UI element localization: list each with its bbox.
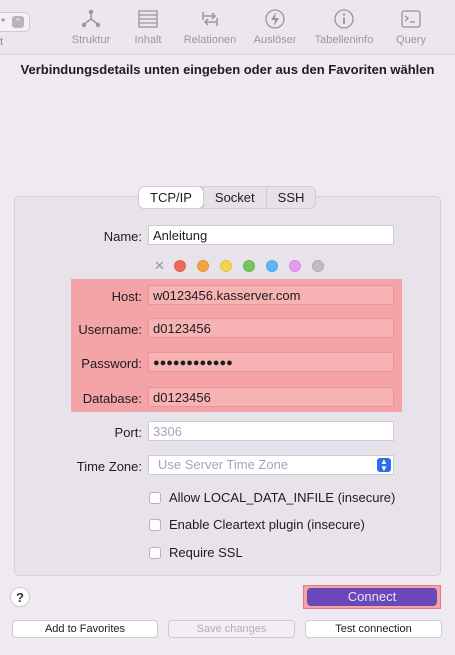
toolbar-structure[interactable]: Struktur xyxy=(70,8,112,46)
toolbar-table-info[interactable]: Tabelleninfo xyxy=(312,8,376,46)
toolbar-relations-label: Relationen xyxy=(183,34,237,46)
toolbar-structure-label: Struktur xyxy=(71,34,111,46)
toolbar-query[interactable]: Query xyxy=(394,8,428,46)
color-picker: ✕ xyxy=(154,258,335,274)
toolbar-content-label: Inhalt xyxy=(134,34,162,46)
table-info-icon xyxy=(334,9,354,29)
save-changes-button[interactable]: Save changes xyxy=(168,620,295,638)
toolbar-triggers[interactable]: Auslöser xyxy=(252,8,298,46)
connect-highlight: Connect xyxy=(303,585,441,609)
color-orange[interactable] xyxy=(196,260,209,272)
connection-selector[interactable]: • ⌃ xyxy=(0,12,30,32)
chevron-updown-icon: ▲ ▼ xyxy=(377,458,391,473)
username-field[interactable]: d0123456 xyxy=(148,318,394,338)
toolbar-query-label: Query xyxy=(396,34,426,46)
cleartext-plugin-checkbox[interactable]: Enable Cleartext plugin (insecure) xyxy=(149,517,365,532)
password-label: Password: xyxy=(81,356,142,371)
checkbox-label: Require SSL xyxy=(169,545,243,560)
database-field[interactable]: d0123456 xyxy=(148,387,394,407)
checkbox-box[interactable] xyxy=(149,518,161,531)
require-ssl-checkbox[interactable]: Require SSL xyxy=(149,545,243,560)
page-title: Verbindungsdetails unten eingeben oder a… xyxy=(20,62,435,77)
color-red[interactable] xyxy=(173,260,186,272)
timezone-value: Use Server Time Zone xyxy=(158,457,289,472)
toolbar-triggers-label: Auslöser xyxy=(253,34,297,46)
color-purple[interactable] xyxy=(288,260,301,272)
color-gray[interactable] xyxy=(311,260,324,272)
host-label: Host: xyxy=(111,289,142,304)
checkbox-label: Enable Cleartext plugin (insecure) xyxy=(169,517,365,532)
color-blue[interactable] xyxy=(265,260,278,272)
color-green[interactable] xyxy=(242,260,255,272)
tab-socket[interactable]: Socket xyxy=(202,187,266,208)
password-field[interactable]: ●●●●●●●●●●●● xyxy=(148,352,394,372)
connect-button[interactable]: Connect xyxy=(307,588,437,606)
selector-dot: • xyxy=(1,13,6,27)
port-label: Port: xyxy=(114,425,142,440)
name-label: Name: xyxy=(103,229,142,244)
query-icon xyxy=(401,10,421,28)
relations-icon xyxy=(202,12,218,26)
toolbar-content[interactable]: Inhalt xyxy=(133,8,163,46)
chevron-updown-icon: ⌃ xyxy=(12,16,24,28)
timezone-select[interactable]: Use Server Time Zone ▲ ▼ xyxy=(148,455,394,475)
timezone-label: Time Zone: xyxy=(76,459,142,474)
color-yellow[interactable] xyxy=(219,260,232,272)
host-field[interactable]: w0123456.kasserver.com xyxy=(148,285,394,305)
toolbar-left-fragment: t xyxy=(0,36,4,48)
tab-tcpip[interactable]: TCP/IP xyxy=(139,187,203,208)
tab-ssh[interactable]: SSH xyxy=(265,187,316,208)
test-connection-button[interactable]: Test connection xyxy=(305,620,442,638)
username-label: Username: xyxy=(78,322,142,337)
database-label: Database: xyxy=(82,391,142,406)
toolbar-relations[interactable]: Relationen xyxy=(182,8,238,46)
help-button[interactable]: ? xyxy=(10,587,30,607)
checkbox-box[interactable] xyxy=(149,491,161,504)
checkbox-label: Allow LOCAL_DATA_INFILE (insecure) xyxy=(169,490,396,505)
structure-icon xyxy=(81,9,101,28)
name-field[interactable]: Anleitung xyxy=(148,225,394,245)
port-field[interactable]: 3306 xyxy=(148,421,394,441)
toolbar: • ⌃ t Struktur Inhalt Relationen Auslöse… xyxy=(0,0,455,55)
connection-type-tabs: TCP/IP Socket SSH xyxy=(138,186,317,209)
content-icon xyxy=(138,10,158,28)
clear-color-icon[interactable]: ✕ xyxy=(154,258,165,274)
triggers-icon xyxy=(265,9,285,29)
add-to-favorites-button[interactable]: Add to Favorites xyxy=(12,620,158,638)
local-data-infile-checkbox[interactable]: Allow LOCAL_DATA_INFILE (insecure) xyxy=(149,490,395,505)
toolbar-table-info-label: Tabelleninfo xyxy=(314,34,374,46)
checkbox-box[interactable] xyxy=(149,546,161,559)
